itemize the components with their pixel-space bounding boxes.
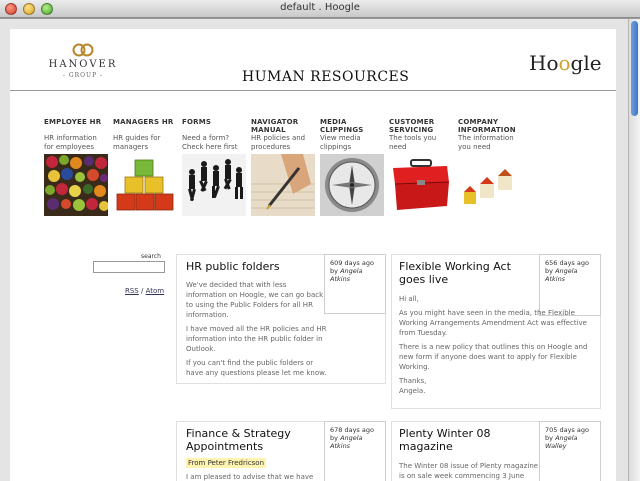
nav-media-clippings[interactable]: MEDIA CLIPPINGS View media clippings bbox=[320, 118, 384, 216]
window-title: default . Hoogle bbox=[280, 2, 360, 13]
hanover-logo-icon bbox=[72, 43, 94, 57]
post-paragraph: As you might have seen in the media, the… bbox=[399, 309, 587, 337]
post-title[interactable]: Flexible Working Act goes live bbox=[399, 260, 529, 286]
nav-company-information[interactable]: COMPANY INFORMATION The information you … bbox=[458, 118, 522, 216]
post-by: by bbox=[545, 267, 553, 275]
feed-links: RSS / Atom bbox=[125, 287, 164, 295]
post-paragraph: The Winter 08 issue of Plenty magazine i… bbox=[399, 462, 539, 480]
nav-title[interactable]: MEDIA CLIPPINGS bbox=[320, 118, 384, 134]
nav-desc: The information you need bbox=[458, 134, 514, 151]
vertical-scrollbar[interactable] bbox=[628, 19, 640, 481]
hoogle-logo[interactable]: Hoogle bbox=[529, 51, 602, 75]
post-title[interactable]: Plenty Winter 08 magazine bbox=[399, 427, 529, 453]
post-paragraph: Angela. bbox=[399, 387, 426, 395]
post-meta: 678 days ago by Angela Atkins bbox=[324, 421, 386, 481]
post-meta: 609 days ago by Angela Atkins bbox=[324, 254, 386, 314]
company-name: HANOVER bbox=[48, 59, 118, 70]
post-title[interactable]: Finance & Strategy Appointments bbox=[186, 427, 316, 453]
post-card: Plenty Winter 08 magazine 705 days ago b… bbox=[391, 421, 601, 481]
post-age: 656 days ago bbox=[545, 259, 589, 267]
post-by: by bbox=[545, 434, 553, 442]
nav-title[interactable]: COMPANY INFORMATION bbox=[458, 118, 522, 134]
nav-desc: HR guides for managers bbox=[113, 134, 161, 151]
page-title: HUMAN RESOURCES bbox=[242, 69, 410, 85]
post-body: The Winter 08 issue of Plenty magazine i… bbox=[399, 461, 539, 481]
search-label: search bbox=[141, 253, 161, 260]
company-group: - GROUP - bbox=[62, 72, 104, 79]
nav-desc: Need a form? Check here first bbox=[182, 134, 238, 151]
window-titlebar: default . Hoogle bbox=[0, 0, 640, 18]
browser-viewport: HANOVER - GROUP - HUMAN RESOURCES Hoogle… bbox=[0, 19, 628, 481]
nav-managers-hr[interactable]: MANAGERS HR HR guides for managers bbox=[113, 118, 177, 216]
post-title[interactable]: HR public folders bbox=[186, 260, 316, 273]
feed-separator: / bbox=[141, 287, 144, 295]
nav-title[interactable]: CUSTOMER SERVICING bbox=[389, 118, 453, 134]
nav-employee-hr[interactable]: EMPLOYEE HR HR information for employees bbox=[44, 118, 108, 216]
nav-title[interactable]: FORMS bbox=[182, 118, 246, 134]
rss-link[interactable]: RSS bbox=[125, 287, 139, 295]
jumping-people-image[interactable] bbox=[182, 154, 246, 216]
post-by: by bbox=[330, 267, 338, 275]
toolbox-image[interactable] bbox=[389, 154, 453, 216]
post-body: We've decided that with less information… bbox=[186, 280, 328, 382]
page: HANOVER - GROUP - HUMAN RESOURCES Hoogle… bbox=[10, 29, 616, 481]
search-input[interactable] bbox=[93, 261, 165, 273]
compass-image[interactable] bbox=[320, 154, 384, 216]
post-from-highlight: From Peter Fredricson bbox=[186, 458, 267, 468]
nav-title[interactable]: EMPLOYEE HR bbox=[44, 118, 108, 134]
post-card: HR public folders 609 days ago by Angela… bbox=[176, 254, 386, 384]
scrollbar-thumb[interactable] bbox=[631, 21, 638, 116]
post-paragraph: We've decided that with less information… bbox=[186, 281, 324, 319]
pen-image[interactable] bbox=[251, 154, 315, 216]
atom-link[interactable]: Atom bbox=[146, 287, 165, 295]
post-paragraph: If you can't find the public folders or … bbox=[186, 359, 327, 377]
blocks-image[interactable] bbox=[113, 154, 177, 216]
post-body: From Peter Fredricson I am pleased to ad… bbox=[186, 458, 318, 481]
post-paragraph: Hi all, bbox=[399, 295, 419, 303]
post-meta: 705 days ago by Angela Walley bbox=[539, 421, 601, 481]
nav-title[interactable]: NAVIGATOR MANUAL bbox=[251, 118, 315, 134]
nav-desc: View media clippings bbox=[320, 134, 361, 151]
nav-forms[interactable]: FORMS Need a form? Check here first bbox=[182, 118, 246, 216]
post-by: by bbox=[330, 434, 338, 442]
fruit-image[interactable] bbox=[44, 154, 108, 216]
main-navigation: EMPLOYEE HR HR information for employees bbox=[44, 118, 524, 228]
post-paragraph: I have moved all the HR policies and HR … bbox=[186, 325, 327, 353]
post-age: 705 days ago bbox=[545, 426, 589, 434]
post-paragraph: I am pleased to advise that we have work… bbox=[186, 473, 314, 481]
post-age: 609 days ago bbox=[330, 259, 374, 267]
nav-navigator-manual[interactable]: NAVIGATOR MANUAL HR policies and procedu… bbox=[251, 118, 315, 216]
nav-customer-servicing[interactable]: CUSTOMER SERVICING The tools you need bbox=[389, 118, 453, 216]
houses-image[interactable] bbox=[458, 154, 522, 216]
nav-title[interactable]: MANAGERS HR bbox=[113, 118, 177, 134]
post-paragraph: There is a new policy that outlines this… bbox=[399, 343, 588, 371]
post-body: Hi all, As you might have seen in the me… bbox=[399, 294, 599, 396]
nav-desc: HR policies and procedures bbox=[251, 134, 306, 151]
nav-desc: The tools you need bbox=[389, 134, 437, 151]
page-header: HANOVER - GROUP - HUMAN RESOURCES Hoogle bbox=[10, 29, 616, 91]
post-paragraph: Thanks, bbox=[399, 377, 427, 385]
nav-desc: HR information for employees bbox=[44, 134, 97, 151]
post-age: 678 days ago bbox=[330, 426, 374, 434]
post-card: Finance & Strategy Appointments 678 days… bbox=[176, 421, 386, 481]
post-card: Flexible Working Act goes live 656 days … bbox=[391, 254, 601, 409]
